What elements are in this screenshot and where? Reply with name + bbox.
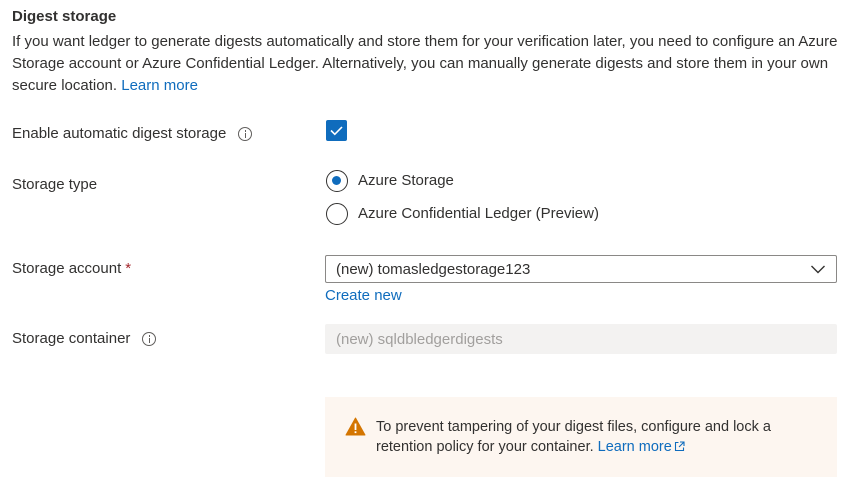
- radio-azure-confidential-ledger[interactable]: [326, 203, 348, 225]
- warning-icon: [345, 417, 366, 436]
- chevron-down-icon: [811, 265, 825, 274]
- info-icon[interactable]: [142, 331, 157, 346]
- storage-account-label: Storage account: [12, 260, 122, 277]
- storage-container-value: (new) sqldbledgerdigests: [336, 330, 503, 348]
- info-icon[interactable]: [238, 126, 253, 141]
- enable-auto-label: Enable automatic digest storage: [12, 125, 227, 142]
- storage-account-label-row: Storage account *: [12, 260, 131, 277]
- external-link-icon[interactable]: [674, 441, 685, 452]
- learn-more-link[interactable]: Learn more: [121, 77, 198, 94]
- enable-auto-checkbox[interactable]: [326, 120, 347, 141]
- section-title: Digest storage: [12, 8, 117, 25]
- radio-azure-storage[interactable]: [326, 170, 348, 192]
- section-description: If you want ledger to generate digests a…: [12, 31, 848, 97]
- radio-azure-confidential-ledger-label[interactable]: Azure Confidential Ledger (Preview): [358, 205, 599, 222]
- checkmark-icon: [330, 126, 343, 136]
- storage-account-value: (new) tomasledgestorage123: [336, 260, 531, 278]
- storage-container-label: Storage container: [12, 330, 131, 347]
- warning-message-bar: To prevent tampering of your digest file…: [325, 397, 837, 477]
- warning-text: To prevent tampering of your digest file…: [376, 419, 771, 455]
- required-marker: *: [125, 260, 132, 277]
- enable-auto-label-row: Enable automatic digest storage: [12, 125, 253, 142]
- radio-azure-storage-label[interactable]: Azure Storage: [358, 172, 454, 189]
- storage-container-label-row: Storage container: [12, 330, 157, 347]
- storage-type-label: Storage type: [12, 176, 98, 193]
- create-new-link[interactable]: Create new: [325, 287, 402, 304]
- storage-container-input: (new) sqldbledgerdigests: [325, 324, 837, 354]
- storage-account-dropdown[interactable]: (new) tomasledgestorage123: [325, 255, 837, 283]
- warning-learn-more-link[interactable]: Learn more: [598, 439, 672, 455]
- warning-text-block: To prevent tampering of your digest file…: [376, 417, 816, 457]
